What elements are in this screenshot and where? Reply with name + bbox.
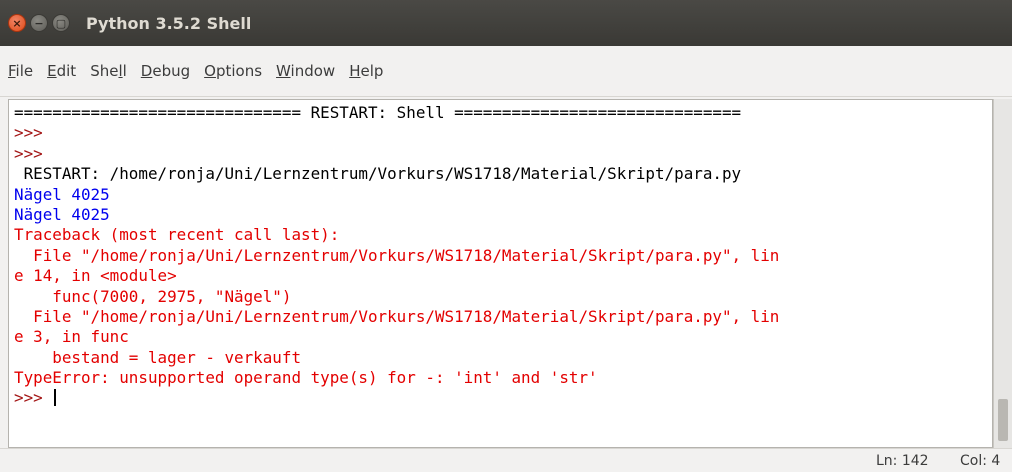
close-icon[interactable]: × — [8, 14, 26, 32]
shell-line: Nägel 4025 — [14, 184, 110, 204]
shell-line: func(7000, 2975, "Nägel") — [14, 286, 292, 306]
shell-line: bestand = lager - verkauft — [14, 347, 302, 367]
menu-help[interactable]: Help — [349, 62, 383, 80]
shell-line: >>> — [14, 123, 53, 143]
status-line-number: Ln: 142 — [876, 453, 929, 469]
minimize-icon[interactable]: − — [30, 14, 48, 32]
shell-current-prompt[interactable]: >>> — [14, 388, 992, 408]
shell-line: Nägel 4025 — [14, 204, 110, 224]
shell-line: RESTART: /home/ronja/Uni/Lernzentrum/Vor… — [14, 164, 742, 184]
shell-line: Traceback (most recent call last): — [14, 225, 340, 245]
menu-shell[interactable]: Shell — [90, 62, 127, 80]
shell-line: e 3, in func — [14, 327, 129, 347]
vertical-scrollbar[interactable] — [993, 99, 1012, 448]
text-cursor — [54, 389, 57, 407]
shell-line: e 14, in <module> — [14, 266, 177, 286]
maximize-icon[interactable]: ▢ — [52, 14, 70, 32]
scrollbar-thumb[interactable] — [998, 399, 1008, 441]
shell-text-area[interactable]: ============================== RESTART: … — [8, 99, 993, 448]
shell-line: >>> — [14, 143, 53, 163]
title-bar[interactable]: × − ▢ Python 3.5.2 Shell — [0, 0, 1012, 46]
shell-line: File "/home/ronja/Uni/Lernzentrum/Vorkur… — [14, 306, 780, 326]
shell-output: ============================== RESTART: … — [9, 100, 992, 409]
prompt-text: >>> — [14, 388, 53, 408]
window-title: Python 3.5.2 Shell — [86, 13, 252, 33]
menu-options[interactable]: Options — [204, 62, 262, 80]
status-column-number: Col: 4 — [960, 453, 1001, 469]
menu-bar: File Edit Shell Debug Options Window Help — [0, 46, 1012, 97]
shell-line: ============================== RESTART: … — [14, 103, 742, 122]
shell-line: File "/home/ronja/Uni/Lernzentrum/Vorkur… — [14, 245, 780, 265]
menu-debug[interactable]: Debug — [141, 62, 190, 80]
status-bar: Ln: 142 Col: 4 — [0, 448, 1012, 472]
menu-edit[interactable]: Edit — [47, 62, 76, 80]
menu-window[interactable]: Window — [276, 62, 335, 80]
shell-line: TypeError: unsupported operand type(s) f… — [14, 368, 598, 388]
menu-file[interactable]: File — [8, 62, 33, 80]
